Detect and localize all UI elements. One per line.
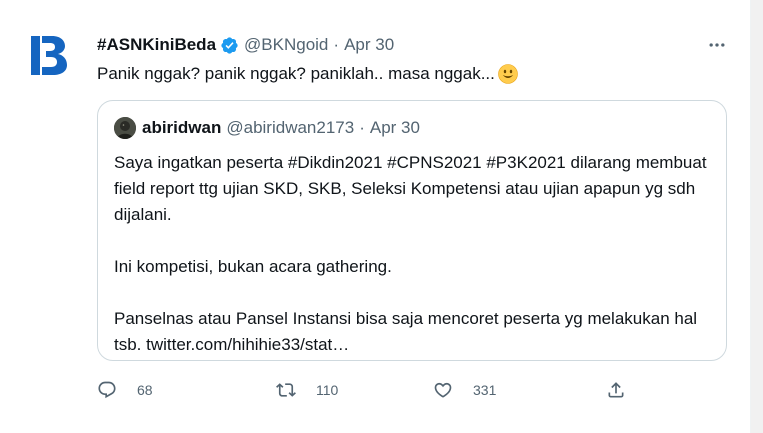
like-button[interactable]: 331 <box>433 377 496 403</box>
tweet-actions: 68 110 331 <box>97 377 657 403</box>
share-icon <box>608 382 624 398</box>
quoted-author-handle: @abiridwan2173 <box>226 118 355 137</box>
separator-dot: · <box>333 35 340 54</box>
quoted-author-name: abiridwan <box>142 118 222 137</box>
like-icon <box>434 382 452 398</box>
author-name[interactable]: #ASNKiniBeda <box>97 35 216 55</box>
bkn-logo-icon <box>20 27 77 84</box>
more-horizontal-icon <box>709 43 725 47</box>
separator-dot: · <box>359 118 365 137</box>
scrollbar[interactable] <box>751 0 763 433</box>
tweet-text: Panik nggak? panik nggak? paniklah.. mas… <box>97 62 518 86</box>
author-handle[interactable]: @BKNgoid <box>244 35 328 55</box>
quoted-tweet-header: abiridwan @abiridwan2173 · Apr 30 <box>114 117 420 139</box>
tweet-text-content: Panik nggak? panik nggak? paniklah.. mas… <box>97 64 495 83</box>
more-options-button[interactable] <box>705 33 729 57</box>
user-photo-icon <box>114 117 136 139</box>
retweet-icon <box>276 383 296 397</box>
like-count: 331 <box>473 382 497 398</box>
quoted-tweet[interactable]: abiridwan @abiridwan2173 · Apr 30 Saya i… <box>97 100 727 361</box>
quoted-paragraph: Saya ingatkan peserta #Dikdin2021 #CPNS2… <box>114 153 707 224</box>
reply-icon <box>98 381 116 399</box>
quoted-paragraph: Ini kompetisi, bukan acara gathering. <box>114 257 392 276</box>
quoted-author-avatar <box>114 117 136 139</box>
smiley-emoji-icon <box>498 64 518 84</box>
retweet-count: 110 <box>316 382 339 398</box>
tweet-card[interactable]: #ASNKiniBeda @BKNgoid · Apr 30 Panik ngg… <box>0 0 751 433</box>
retweet-button[interactable]: 110 <box>276 377 338 403</box>
reply-count: 68 <box>137 382 153 398</box>
quoted-paragraph: Panselnas atau Pansel Instansi bisa saja… <box>114 309 698 354</box>
reply-button[interactable]: 68 <box>97 377 153 403</box>
author-avatar[interactable] <box>20 27 77 84</box>
quoted-tweet-date: Apr 30 <box>369 118 420 137</box>
share-button[interactable] <box>606 377 626 403</box>
tweet-date[interactable]: Apr 30 <box>344 35 394 55</box>
tweet-header: #ASNKiniBeda @BKNgoid · Apr 30 <box>97 34 394 56</box>
verified-badge-icon <box>221 36 238 54</box>
quoted-tweet-text: Saya ingatkan peserta #Dikdin2021 #CPNS2… <box>114 150 714 358</box>
